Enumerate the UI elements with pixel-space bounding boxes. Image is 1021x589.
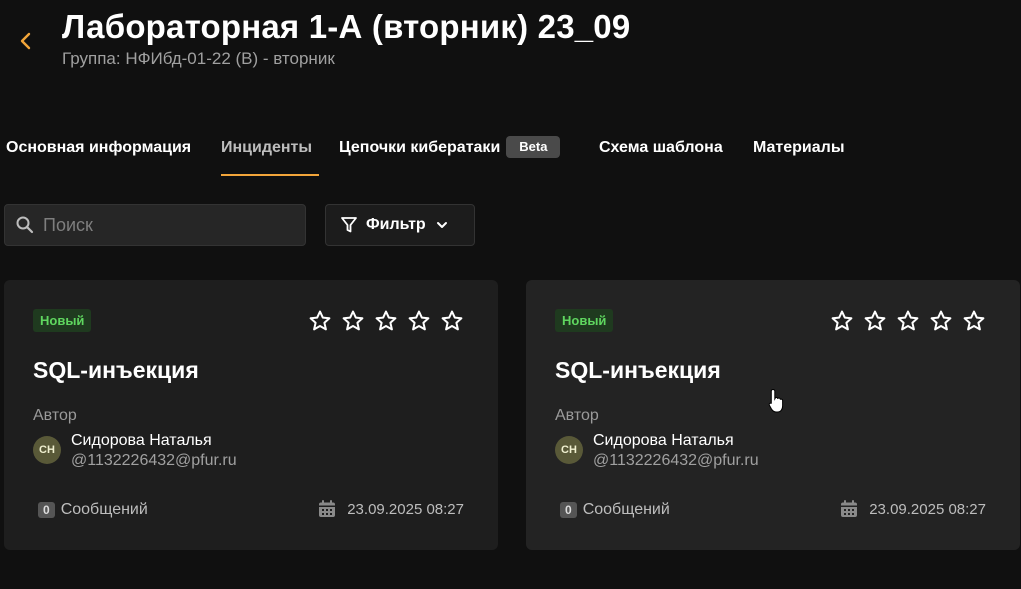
search-box[interactable] bbox=[4, 204, 306, 246]
date-text: 23.09.2025 08:27 bbox=[347, 500, 464, 518]
tab-attack-chains[interactable]: Цепочки кибератаки Beta bbox=[339, 134, 599, 176]
tab-incidents[interactable]: Инциденты bbox=[221, 134, 319, 176]
tab-label: Цепочки кибератаки bbox=[339, 139, 501, 156]
star-outline-icon[interactable] bbox=[863, 309, 887, 333]
tab-label: Инциденты bbox=[221, 139, 313, 156]
rating-stars bbox=[308, 309, 464, 333]
avatar: СН bbox=[33, 436, 61, 464]
star-outline-icon[interactable] bbox=[407, 309, 431, 333]
pointer-cursor-icon bbox=[768, 388, 784, 413]
messages-count: 0 Сообщений bbox=[560, 501, 670, 519]
page-subtitle: Группа: НФИбд-01-22 (В) - вторник bbox=[62, 49, 335, 68]
back-button[interactable] bbox=[14, 28, 38, 54]
incident-card[interactable]: Новый SQL-инъекция Автор СН Сидорова Нат… bbox=[4, 280, 498, 550]
author-email: @1132226432@pfur.ru bbox=[593, 452, 759, 469]
messages-count: 0 Сообщений bbox=[38, 501, 148, 519]
author-name: Сидорова Наталья bbox=[71, 432, 212, 449]
filter-label: Фильтр bbox=[366, 216, 426, 233]
calendar-icon bbox=[841, 500, 858, 517]
tab-label: Схема шаблона bbox=[599, 139, 723, 156]
incident-title: SQL-инъекция bbox=[33, 357, 199, 383]
star-outline-icon[interactable] bbox=[830, 309, 854, 333]
star-outline-icon[interactable] bbox=[929, 309, 953, 333]
incident-date: 23.09.2025 08:27 bbox=[317, 499, 464, 519]
messages-label: Сообщений bbox=[60, 501, 148, 518]
star-outline-icon[interactable] bbox=[962, 309, 986, 333]
filter-icon bbox=[341, 217, 357, 233]
tab-materials[interactable]: Материалы bbox=[753, 134, 863, 176]
status-badge: Новый bbox=[555, 309, 614, 332]
rating-stars bbox=[830, 309, 986, 333]
author-label: Автор bbox=[33, 407, 77, 424]
page: Лабораторная 1-А (вторник) 23_09 Группа:… bbox=[0, 0, 1021, 589]
tab-label: Основная информация bbox=[6, 139, 192, 156]
search-icon bbox=[16, 216, 34, 234]
star-outline-icon[interactable] bbox=[440, 309, 464, 333]
incident-title: SQL-инъекция bbox=[555, 357, 721, 383]
date-text: 23.09.2025 08:27 bbox=[869, 500, 986, 518]
messages-label: Сообщений bbox=[582, 501, 670, 518]
star-outline-icon[interactable] bbox=[896, 309, 920, 333]
search-input[interactable] bbox=[43, 214, 283, 236]
chevron-left-icon bbox=[20, 32, 31, 50]
messages-count-badge: 0 bbox=[38, 502, 55, 518]
status-badge: Новый bbox=[33, 309, 92, 332]
incident-date: 23.09.2025 08:27 bbox=[839, 499, 986, 519]
beta-badge: Beta bbox=[506, 136, 561, 158]
tab-bar: Основная информация Инциденты Цепочки ки… bbox=[6, 134, 863, 176]
filter-button[interactable]: Фильтр bbox=[325, 204, 475, 246]
star-outline-icon[interactable] bbox=[308, 309, 332, 333]
star-outline-icon[interactable] bbox=[341, 309, 365, 333]
avatar: СН bbox=[555, 436, 583, 464]
tab-label: Материалы bbox=[753, 139, 845, 156]
chevron-down-icon bbox=[436, 222, 447, 228]
star-outline-icon[interactable] bbox=[374, 309, 398, 333]
page-title: Лабораторная 1-А (вторник) 23_09 bbox=[62, 8, 631, 45]
messages-count-badge: 0 bbox=[560, 502, 577, 518]
author-label: Автор bbox=[555, 407, 599, 424]
tab-main-info[interactable]: Основная информация bbox=[6, 134, 221, 176]
author-email: @1132226432@pfur.ru bbox=[71, 452, 237, 469]
author-name: Сидорова Наталья bbox=[593, 432, 734, 449]
calendar-icon bbox=[319, 500, 336, 517]
incident-card[interactable]: Новый SQL-инъекция Автор СН Сидорова Нат… bbox=[526, 280, 1020, 550]
tab-template-schema[interactable]: Схема шаблона bbox=[599, 134, 753, 176]
